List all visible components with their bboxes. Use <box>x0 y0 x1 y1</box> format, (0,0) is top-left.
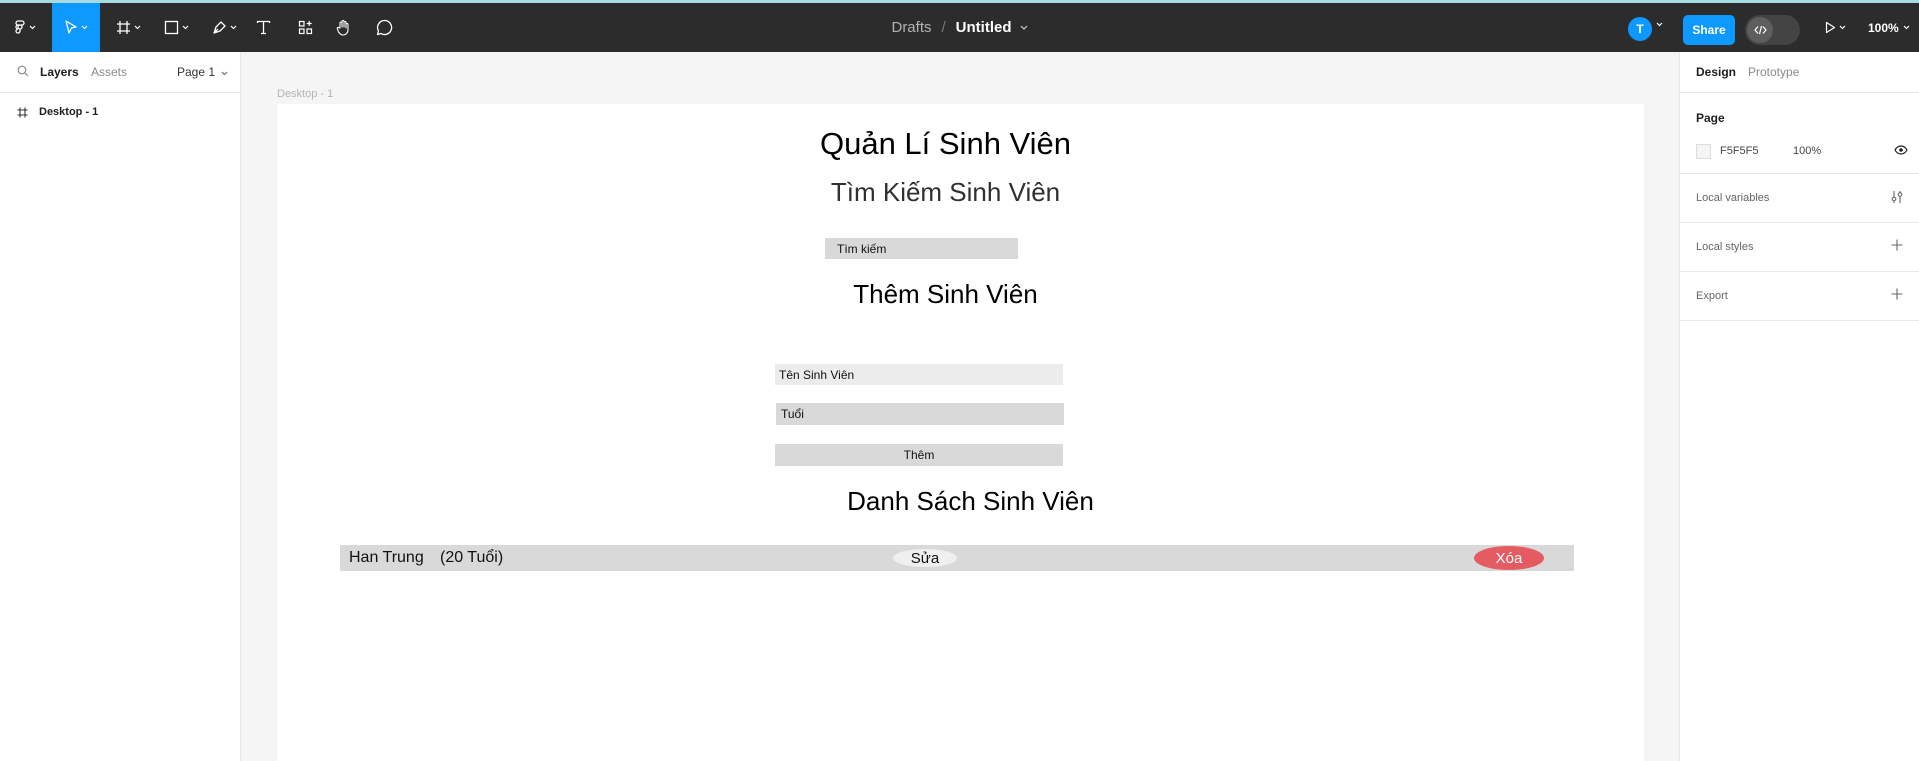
layer-label: Desktop - 1 <box>39 106 99 118</box>
rectangle-icon <box>164 20 178 35</box>
delete-student-button[interactable]: Xóa <box>1474 546 1544 570</box>
search-placeholder: Tìm kiếm <box>837 241 887 256</box>
student-list-heading: Danh Sách Sinh Viên <box>847 486 1094 516</box>
local-variables-label: Local variables <box>1696 192 1770 204</box>
layer-item-desktop-1[interactable]: Desktop - 1 <box>0 100 239 124</box>
age-placeholder: Tuổi <box>781 407 804 421</box>
page-properties-section: Page F5F5F5 100% <box>1680 93 1919 174</box>
plus-icon[interactable] <box>1891 239 1903 251</box>
resources-tool-button[interactable] <box>294 3 316 52</box>
play-icon <box>1825 21 1835 34</box>
canvas[interactable]: Desktop - 1 Quản Lí Sinh Viên Tìm Kiếm S… <box>241 52 1679 761</box>
cursor-arrow-icon <box>65 20 77 34</box>
local-variables-section[interactable]: Local variables <box>1680 174 1919 223</box>
dev-mode-toggle[interactable] <box>1745 15 1800 45</box>
frame-hash-icon <box>116 21 130 34</box>
breadcrumb-separator: / <box>941 19 946 36</box>
page-fill-opacity[interactable]: 100% <box>1793 145 1821 157</box>
app-title: Quản Lí Sinh Viên <box>819 126 1072 161</box>
code-brackets-icon <box>1753 25 1767 35</box>
tab-prototype[interactable]: Prototype <box>1748 65 1799 79</box>
zoom-menu[interactable]: 100% <box>1868 3 1910 52</box>
student-age: (20 Tuổi) <box>440 549 504 566</box>
frame-label[interactable]: Desktop - 1 <box>277 88 333 100</box>
user-avatar[interactable]: T <box>1628 17 1652 41</box>
present-button[interactable] <box>1820 3 1850 52</box>
student-name: Han Trung <box>349 549 424 566</box>
chevron-down-icon <box>29 25 36 30</box>
page-selector-label: Page 1 <box>177 65 216 79</box>
comment-tool-button[interactable] <box>373 3 395 52</box>
file-name[interactable]: Untitled <box>956 19 1012 36</box>
add-student-heading: Thêm Sinh Viên <box>853 279 1038 309</box>
chevron-down-icon <box>134 25 140 30</box>
pen-tool-button[interactable] <box>206 3 242 52</box>
right-panel-tabs: Design Prototype <box>1680 52 1919 93</box>
chevron-down-icon[interactable] <box>1656 22 1663 27</box>
tab-layers[interactable]: Layers <box>40 65 79 79</box>
pen-icon <box>212 21 226 34</box>
student-row: Han Trung (20 Tuổi) Sửa Xóa <box>340 545 1574 571</box>
text-icon <box>256 20 270 35</box>
page-fill-swatch[interactable] <box>1696 144 1711 159</box>
eye-icon[interactable] <box>1894 145 1908 155</box>
chevron-down-icon <box>222 71 228 76</box>
tab-design[interactable]: Design <box>1696 65 1736 79</box>
student-age-input[interactable]: Tuổi <box>776 403 1064 425</box>
student-name-input[interactable]: Tên Sinh Viên <box>775 364 1063 385</box>
left-panel: Layers Assets Page 1 Desktop - 1 <box>0 52 241 761</box>
page-section-heading: Page <box>1696 111 1725 125</box>
frame-tool-button[interactable] <box>110 3 146 52</box>
chevron-down-icon[interactable] <box>1020 25 1028 30</box>
name-placeholder: Tên Sinh Viên <box>779 367 855 382</box>
local-styles-section[interactable]: Local styles <box>1680 223 1919 272</box>
zoom-level: 100% <box>1868 20 1899 35</box>
search-icon[interactable] <box>17 65 29 77</box>
sliders-adjust-icon[interactable] <box>1891 190 1903 204</box>
chevron-down-icon <box>1903 25 1910 30</box>
plus-icon[interactable] <box>1891 288 1903 300</box>
components-grid-icon <box>298 20 312 35</box>
comment-bubble-icon <box>376 19 392 36</box>
page-fill-hex[interactable]: F5F5F5 <box>1720 145 1759 157</box>
desktop-frame[interactable]: Quản Lí Sinh Viên Tìm Kiếm Sinh Viên Tìm… <box>277 104 1644 761</box>
hand-icon <box>336 19 349 36</box>
chevron-down-icon <box>1839 25 1845 30</box>
hand-tool-button[interactable] <box>333 3 355 52</box>
figma-logo-icon <box>15 19 25 34</box>
chevron-down-icon <box>81 25 88 30</box>
toolbar: Drafts / Untitled T Share 100% <box>0 3 1919 52</box>
share-button[interactable]: Share <box>1683 15 1735 45</box>
add-student-button[interactable]: Thêm <box>775 444 1063 466</box>
move-tool-button[interactable] <box>52 3 100 52</box>
page-selector[interactable]: Page 1 <box>177 65 228 79</box>
search-heading: Tìm Kiếm Sinh Viên <box>830 177 1061 207</box>
left-panel-tabs: Layers Assets Page 1 <box>0 52 240 93</box>
search-input[interactable]: Tìm kiếm <box>825 238 1018 259</box>
chevron-down-icon <box>182 25 188 30</box>
chevron-down-icon <box>230 25 236 30</box>
add-button-label: Thêm <box>903 448 935 462</box>
text-tool-button[interactable] <box>252 3 274 52</box>
dev-mode-knob <box>1747 17 1773 43</box>
tab-assets[interactable]: Assets <box>91 65 127 79</box>
breadcrumb-drafts[interactable]: Drafts <box>891 19 931 36</box>
local-styles-label: Local styles <box>1696 241 1754 253</box>
main-menu-button[interactable] <box>8 3 42 52</box>
export-label: Export <box>1696 290 1728 302</box>
right-panel: Design Prototype Page F5F5F5 100% Local … <box>1679 52 1919 761</box>
export-section[interactable]: Export <box>1680 272 1919 321</box>
frame-icon <box>17 107 28 117</box>
shape-tool-button[interactable] <box>158 3 194 52</box>
edit-student-button[interactable]: Sửa <box>893 549 957 567</box>
